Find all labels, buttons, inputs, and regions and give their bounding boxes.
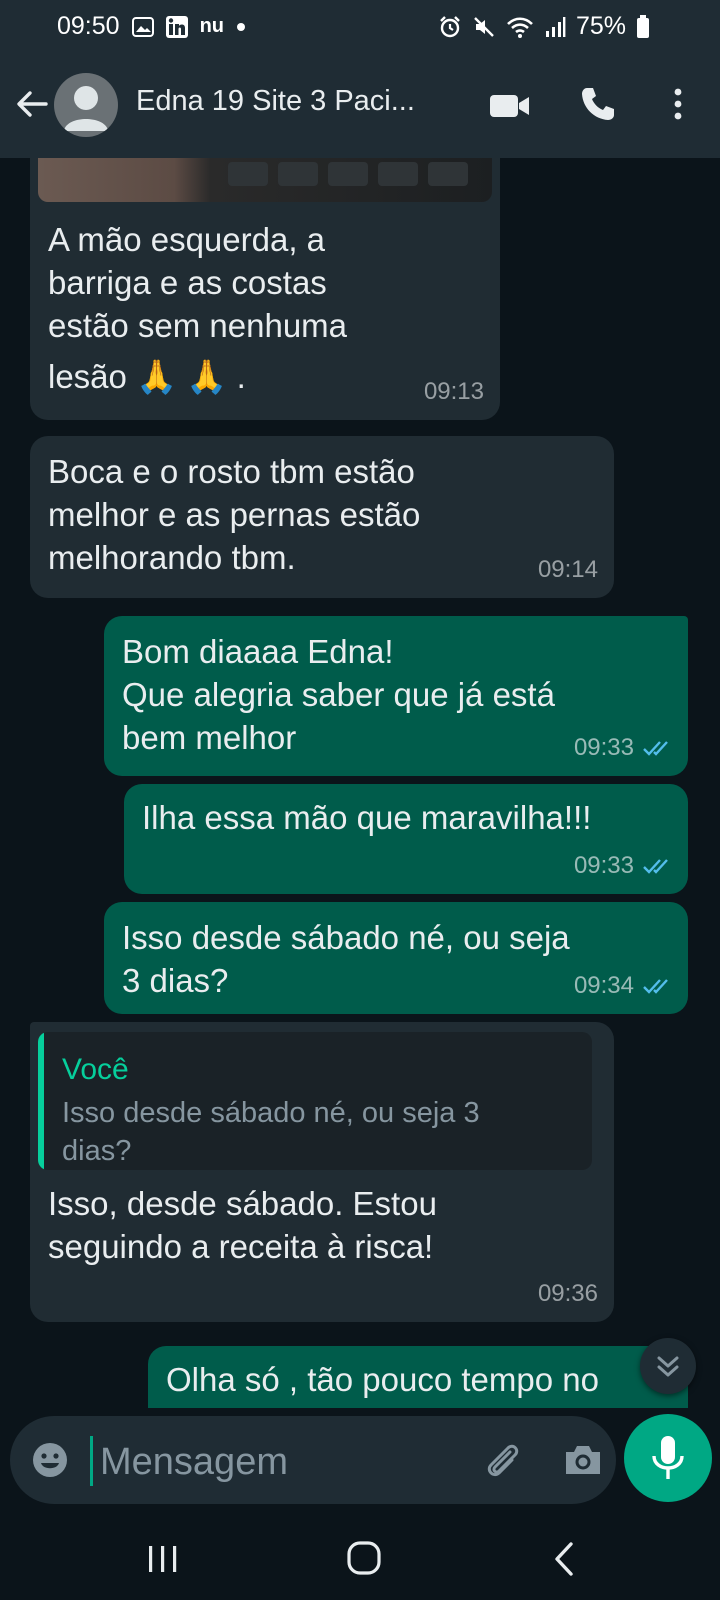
- message-text-line: barriga e as costas: [48, 264, 327, 301]
- double-chevron-down-icon: [657, 1356, 679, 1377]
- message-time: 09:14: [537, 556, 598, 583]
- message-bubble-outgoing[interactable]: Isso desde sábado né, ou seja 3 dias? 09…: [104, 902, 688, 1014]
- message-input-container[interactable]: [10, 1416, 616, 1504]
- mute-icon: [472, 15, 496, 39]
- camera-icon[interactable]: [562, 1440, 604, 1480]
- message-time: 09:34: [573, 972, 634, 999]
- message-bubble-outgoing[interactable]: Ilha essa mão que maravilha!!! 09:33: [124, 784, 688, 894]
- read-receipt-icon: [643, 859, 668, 874]
- message-text-line: melhorando tbm.: [48, 539, 296, 576]
- battery-icon: [636, 14, 650, 39]
- read-receipt-icon: [643, 741, 668, 756]
- battery-percentage: 75%: [575, 12, 626, 40]
- message-text-line: Bom diaaaa Edna!: [122, 633, 394, 670]
- status-bar: 09:50 nu 75%: [0, 0, 720, 52]
- message-time: 09:33: [573, 852, 634, 879]
- signal-icon: [544, 16, 566, 38]
- message-bubble-incoming[interactable]: Boca e o rosto tbm estão melhor e as per…: [30, 436, 614, 598]
- message-time: 09:13: [423, 378, 484, 405]
- chat-messages[interactable]: A mão esquerda, a barriga e as costas es…: [0, 158, 720, 1408]
- gallery-notification-icon: [131, 16, 154, 37]
- mic-icon: [652, 1436, 684, 1479]
- message-text-line: melhor e as pernas estão: [48, 496, 421, 533]
- quoted-text: Isso desde sábado né, ou seja 3 dias?: [62, 1094, 572, 1170]
- read-receipt-icon: [643, 979, 668, 994]
- text-cursor: [90, 1436, 93, 1486]
- message-time: 09:36: [537, 1280, 598, 1307]
- message-text-line: Isso, desde sábado. Estou: [48, 1185, 437, 1222]
- quoted-text-line: Isso desde sábado né, ou seja 3: [62, 1097, 480, 1129]
- status-time: 09:50: [57, 12, 120, 40]
- message-bubble-incoming[interactable]: A mão esquerda, a barriga e as costas es…: [30, 158, 500, 420]
- message-text-line: seguindo a receita à risca!: [48, 1228, 434, 1265]
- message-bubble-incoming[interactable]: Você Isso desde sábado né, ou seja 3 dia…: [30, 1022, 614, 1322]
- quoted-message[interactable]: Você Isso desde sábado né, ou seja 3 dia…: [38, 1032, 592, 1170]
- message-text-line: bem melhor: [122, 719, 297, 756]
- message-text-line: A mão esquerda, a: [48, 221, 326, 258]
- emoji-icon[interactable]: [30, 1440, 70, 1480]
- message-bubble-outgoing[interactable]: Bom diaaaa Edna! Que alegria saber que j…: [104, 616, 688, 776]
- video-call-icon[interactable]: [488, 88, 532, 124]
- message-text-line: Olha só , tão pouco tempo no: [166, 1361, 599, 1398]
- message-text-line: estão sem nenhuma: [48, 307, 348, 344]
- alarm-icon: [438, 15, 462, 39]
- contact-name[interactable]: Edna 19 Site 3 Paci...: [136, 85, 466, 118]
- message-time: 09:33: [573, 734, 634, 761]
- whatsapp-chat-screen: 09:50 nu 75% Edna 19 Site 3 Paci... A mã…: [0, 0, 720, 1600]
- chat-header: Edna 19 Site 3 Paci...: [0, 52, 720, 158]
- scroll-to-bottom-button[interactable]: [640, 1338, 696, 1394]
- attach-icon[interactable]: [480, 1438, 524, 1482]
- recents-icon[interactable]: [145, 1542, 181, 1576]
- message-text-line: lesão 🙏 🙏 .: [48, 358, 246, 395]
- linkedin-notification-icon: [165, 15, 188, 38]
- wifi-icon: [506, 15, 534, 39]
- back-arrow-icon[interactable]: [12, 84, 52, 124]
- quoted-author: Você: [62, 1053, 129, 1086]
- system-navigation-bar: [0, 1518, 720, 1600]
- message-composer: [0, 1408, 720, 1518]
- message-text-line: Que alegria saber que já está: [122, 676, 555, 713]
- message-bubble-outgoing[interactable]: Olha só , tão pouco tempo no: [148, 1346, 688, 1408]
- more-notifications-dot-icon: [236, 22, 246, 32]
- message-text-line: Ilha essa mão que maravilha!!!: [142, 799, 592, 836]
- message-text-line: Boca e o rosto tbm estão: [48, 453, 415, 490]
- home-icon[interactable]: [344, 1538, 384, 1578]
- image-attachment[interactable]: [38, 158, 492, 202]
- mic-button[interactable]: [624, 1414, 712, 1502]
- message-text-line: Isso desde sábado né, ou seja: [122, 919, 570, 956]
- nav-back-icon[interactable]: [552, 1540, 576, 1578]
- quoted-text-line: dias?: [62, 1135, 132, 1167]
- voice-call-icon[interactable]: [578, 84, 618, 124]
- avatar[interactable]: [54, 73, 118, 137]
- more-options-icon[interactable]: [666, 84, 690, 124]
- message-text-line: 3 dias?: [122, 962, 229, 999]
- message-input[interactable]: [98, 1434, 462, 1490]
- nubank-notification-label: nu: [199, 15, 224, 37]
